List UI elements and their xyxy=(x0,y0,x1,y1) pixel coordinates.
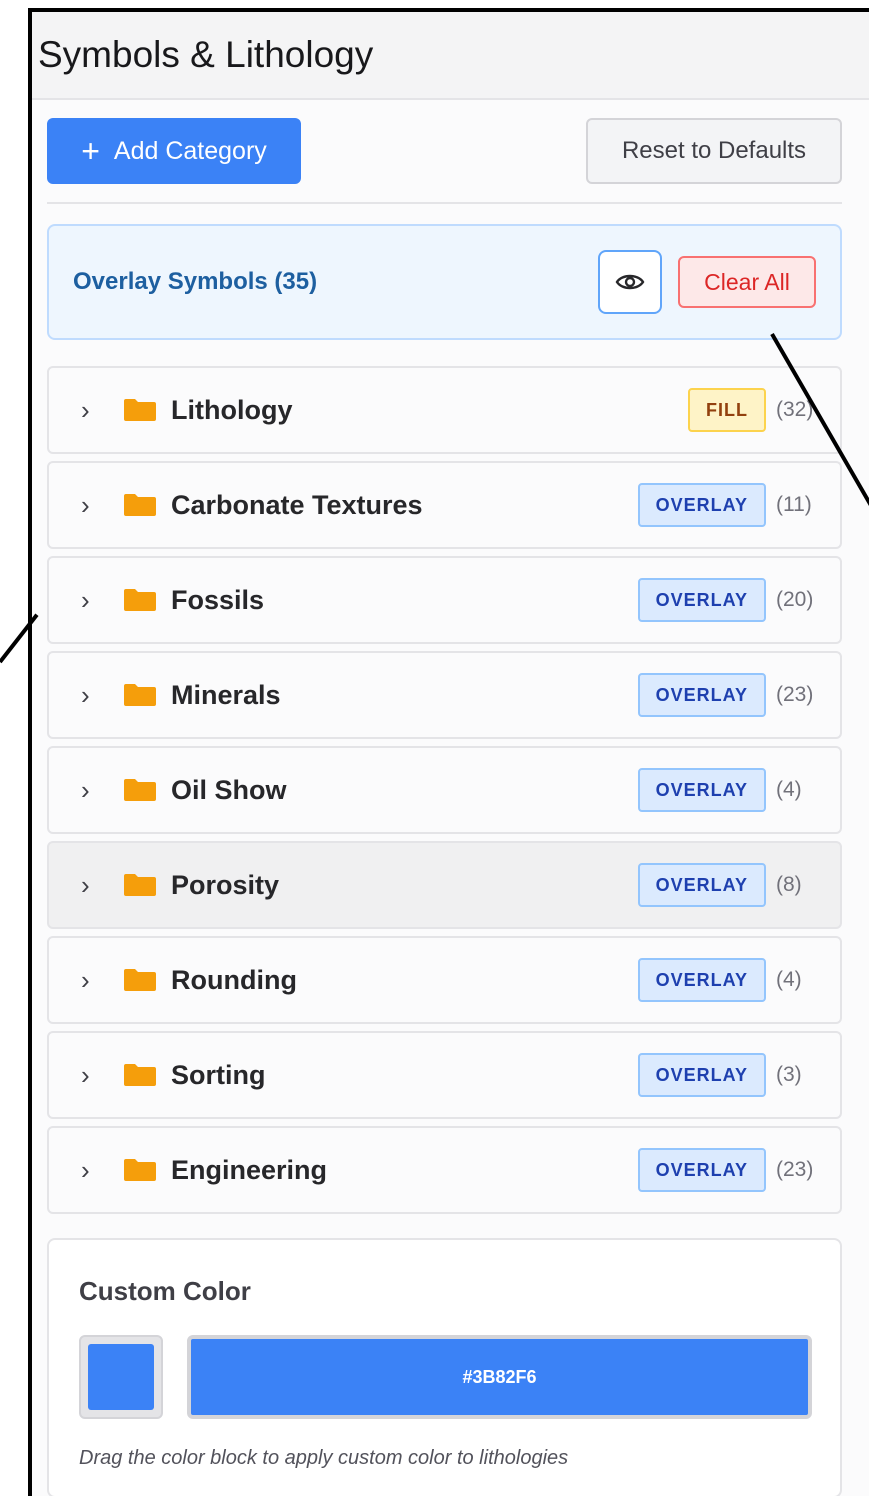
plus-icon: + xyxy=(81,133,100,169)
folder-icon xyxy=(123,873,157,897)
clear-all-button[interactable]: Clear All xyxy=(678,256,816,308)
folder-icon xyxy=(123,588,157,612)
symbols-panel: Symbols & Lithology + Add Category Reset… xyxy=(28,8,869,1496)
chevron-right-icon[interactable]: › xyxy=(81,965,103,996)
folder-icon xyxy=(123,778,157,802)
category-row[interactable]: › Rounding OVERLAY (4) xyxy=(47,936,842,1024)
folder-icon xyxy=(123,1158,157,1182)
category-count: (20) xyxy=(776,588,814,611)
category-count: (4) xyxy=(776,778,802,801)
category-type-badge: OVERLAY xyxy=(637,958,766,1002)
panel-header: Symbols & Lithology xyxy=(32,12,869,100)
category-name: Rounding xyxy=(171,964,297,995)
eye-icon xyxy=(615,274,645,290)
add-category-label: Add Category xyxy=(113,136,267,165)
chevron-right-icon[interactable]: › xyxy=(81,680,103,711)
folder-icon xyxy=(123,683,157,707)
category-name: Sorting xyxy=(171,1059,266,1090)
chevron-right-icon[interactable]: › xyxy=(81,870,103,901)
category-name: Oil Show xyxy=(171,774,287,805)
category-type-badge: OVERLAY xyxy=(637,578,766,622)
chevron-right-icon[interactable]: › xyxy=(81,1060,103,1091)
chevron-right-icon[interactable]: › xyxy=(81,1155,103,1186)
category-name: Fossils xyxy=(171,584,265,615)
category-type-badge: OVERLAY xyxy=(637,483,766,527)
custom-color-title: Custom Color xyxy=(79,1276,251,1306)
category-name: Porosity xyxy=(171,869,280,900)
category-count: (4) xyxy=(776,968,802,991)
folder-icon xyxy=(123,398,157,422)
reset-defaults-button[interactable]: Reset to Defaults xyxy=(586,118,842,184)
color-swatch-frame[interactable] xyxy=(79,1335,163,1419)
category-name: Lithology xyxy=(171,394,293,425)
category-row[interactable]: › Carbonate Textures OVERLAY (11) xyxy=(47,461,842,549)
category-count: (11) xyxy=(776,493,812,516)
category-type-badge: OVERLAY xyxy=(637,1053,766,1097)
category-type-badge: OVERLAY xyxy=(637,768,766,812)
category-row[interactable]: › Sorting OVERLAY (3) xyxy=(47,1031,842,1119)
toolbar: + Add Category Reset to Defaults xyxy=(47,118,842,184)
folder-icon xyxy=(123,968,157,992)
category-count: (8) xyxy=(776,873,802,896)
category-name: Engineering xyxy=(171,1154,328,1185)
custom-color-hint: Drag the color block to apply custom col… xyxy=(79,1447,569,1469)
category-count: (3) xyxy=(776,1063,802,1086)
custom-color-section: Custom Color #3B82F6 Drag the color bloc… xyxy=(47,1238,842,1496)
panel-title: Symbols & Lithology xyxy=(38,34,374,75)
category-row[interactable]: › Minerals OVERLAY (23) xyxy=(47,651,842,739)
chevron-right-icon[interactable]: › xyxy=(81,585,103,616)
category-type-badge: OVERLAY xyxy=(637,1148,766,1192)
overlay-symbols-title: Overlay Symbols (35) xyxy=(73,268,318,295)
overlay-symbols-box: Overlay Symbols (35) Clear All xyxy=(47,224,842,340)
add-category-button[interactable]: + Add Category xyxy=(47,118,301,184)
category-list: › Lithology FILL (32) › Carbonate Textures OVE… xyxy=(47,366,842,1214)
category-count: (23) xyxy=(776,683,814,706)
custom-color-row: #3B82F6 xyxy=(79,1335,812,1419)
toggle-visibility-button[interactable] xyxy=(598,250,662,314)
category-type-badge: OVERLAY xyxy=(637,673,766,717)
category-type-badge: OVERLAY xyxy=(637,863,766,907)
category-row[interactable]: › Engineering OVERLAY (23) xyxy=(47,1126,842,1214)
chevron-right-icon[interactable]: › xyxy=(81,775,103,806)
divider xyxy=(47,202,842,204)
folder-icon xyxy=(123,1063,157,1087)
chevron-right-icon[interactable]: › xyxy=(81,395,103,426)
category-type-badge: FILL xyxy=(688,388,766,432)
hex-color-field[interactable]: #3B82F6 xyxy=(187,1335,812,1419)
category-row[interactable]: › Porosity OVERLAY (8) xyxy=(47,841,842,929)
chevron-right-icon[interactable]: › xyxy=(81,490,103,521)
category-row[interactable]: › Oil Show OVERLAY (4) xyxy=(47,746,842,834)
category-row[interactable]: › Lithology FILL (32) xyxy=(47,366,842,454)
category-name: Carbonate Textures xyxy=(171,489,423,520)
color-swatch[interactable] xyxy=(88,1344,154,1410)
folder-icon xyxy=(123,493,157,517)
category-row[interactable]: › Fossils OVERLAY (20) xyxy=(47,556,842,644)
overlay-actions: Clear All xyxy=(598,250,816,314)
category-count: (23) xyxy=(776,1158,814,1181)
category-name: Minerals xyxy=(171,679,281,710)
